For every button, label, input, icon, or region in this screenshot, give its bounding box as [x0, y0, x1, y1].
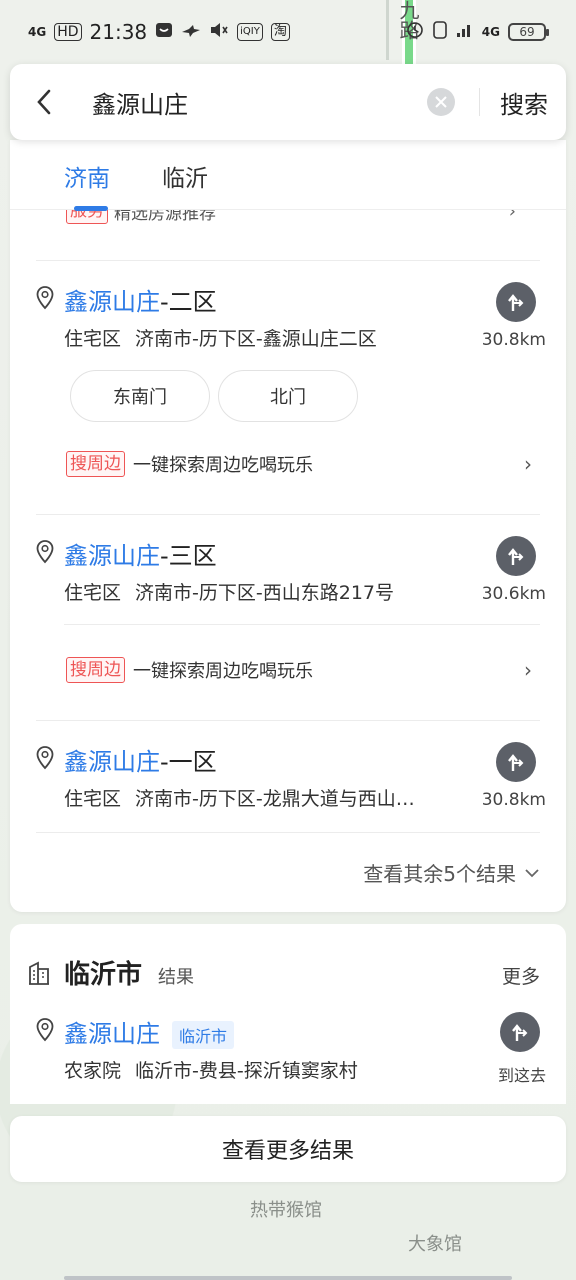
navigate-button[interactable]	[496, 282, 536, 322]
navigate-button[interactable]	[500, 1012, 540, 1052]
city-result-label: 结果	[158, 967, 195, 988]
result-distance: 30.6km	[481, 584, 546, 604]
location-pin-icon	[36, 286, 54, 310]
navigate-button[interactable]	[496, 742, 536, 782]
clock: 21:38	[89, 20, 148, 44]
iqiyi-icon: iQIY	[237, 23, 263, 41]
search-input[interactable]: 鑫源山庄	[92, 85, 427, 120]
result-distance: 30.8km	[481, 790, 546, 810]
navigate-arrow-icon	[508, 548, 524, 565]
navigate-arrow-icon	[508, 754, 524, 771]
result-item[interactable]: 鑫源山庄 临沂市 农家院 临沂市-费县-探沂镇窦家村	[10, 994, 566, 1094]
title-rest: -一区	[160, 748, 217, 776]
signal-4g-icon: 4G	[481, 25, 500, 39]
result-item[interactable]: 鑫源山庄-三区 住宅区 济南市-历下区-西山东路217号 30.6km 搜周边 一…	[10, 514, 566, 720]
bird-icon	[181, 21, 201, 43]
view-more-results-button[interactable]: 查看更多结果	[10, 1116, 566, 1182]
door-button-north[interactable]: 北门	[218, 370, 358, 422]
region-badge: 临沂市	[172, 1021, 235, 1049]
building-icon	[29, 961, 49, 985]
tab-linyi[interactable]: 临沂	[162, 157, 208, 193]
result-address-text: 济南市-历下区-龙鼎大道与西山…	[135, 788, 415, 810]
result-item[interactable]: 鑫源山庄-一区 住宅区 济南市-历下区-龙鼎大道与西山… 30.8km	[10, 720, 566, 832]
city-title: 临沂市	[64, 960, 143, 990]
explore-text: 一键探索周边吃喝玩乐	[133, 455, 313, 476]
result-category: 住宅区	[64, 788, 122, 810]
navigate-arrow-icon	[508, 294, 524, 311]
message-icon	[155, 21, 173, 43]
explore-tag: 搜周边	[66, 657, 125, 683]
location-pin-icon	[36, 746, 54, 770]
divider	[36, 832, 540, 833]
explore-tag: 搜周边	[66, 451, 125, 477]
title-highlight: 鑫源山庄	[64, 288, 160, 316]
result-address: 住宅区 济南市-历下区-龙鼎大道与西山…	[64, 784, 415, 811]
map-label-elephant: 大象馆	[408, 1234, 462, 1255]
city-header: 临沂市 结果	[28, 954, 194, 991]
result-title: 鑫源山庄-三区	[64, 536, 217, 571]
title-rest: -三区	[160, 542, 217, 570]
view-rest-label: 查看其余5个结果	[363, 862, 516, 886]
title-highlight: 鑫源山庄	[64, 748, 160, 776]
view-rest-results-button[interactable]: 查看其余5个结果	[363, 858, 540, 887]
tab-jinan[interactable]: 济南	[64, 157, 110, 211]
divider	[479, 88, 480, 116]
battery-icon: 69	[508, 23, 549, 41]
result-category: 农家院	[64, 1060, 122, 1082]
result-item[interactable]: 鑫源山庄-二区 住宅区 济南市-历下区-鑫源山庄二区 30.8km 东南门 北门 …	[10, 260, 566, 514]
map-label-monkey: 热带猴馆	[250, 1200, 322, 1221]
title-rest: -二区	[160, 288, 217, 316]
navigate-arrow-icon	[512, 1024, 528, 1041]
title-highlight: 鑫源山庄	[64, 1020, 160, 1048]
result-address: 住宅区 济南市-历下区-西山东路217号	[64, 578, 394, 605]
home-indicator[interactable]	[64, 1276, 512, 1280]
result-address: 农家院 临沂市-费县-探沂镇窦家村	[64, 1056, 358, 1083]
result-category: 住宅区	[64, 582, 122, 604]
status-bar: 4G HD 21:38 iQIY 淘 4G 69	[0, 0, 576, 64]
explore-nearby-row[interactable]: 搜周边 一键探索周边吃喝玩乐 ›	[66, 450, 532, 478]
title-highlight: 鑫源山庄	[64, 542, 160, 570]
result-title: 鑫源山庄-二区	[64, 282, 217, 317]
linyi-results-card: 临沂市 结果 更多 鑫源山庄 临沂市 农家院 临沂市-费县-探沂镇窦家村 到这去	[10, 924, 566, 1104]
nfc-icon	[432, 20, 448, 44]
result-distance: 30.8km	[481, 330, 546, 350]
navigate-button[interactable]	[496, 536, 536, 576]
door-button-southeast[interactable]: 东南门	[70, 370, 210, 422]
result-address-text: 临沂市-费县-探沂镇窦家村	[135, 1060, 358, 1082]
explore-nearby-row[interactable]: 搜周边 一键探索周边吃喝玩乐 ›	[66, 656, 532, 684]
results-card: 济南 临沂 服务 精选房源推荐 › 鑫源山庄-二区 住宅区 济南市-历下区-鑫源山…	[10, 140, 566, 912]
more-link[interactable]: 更多	[502, 962, 540, 989]
search-bar: 鑫源山庄 搜索	[10, 64, 566, 140]
result-address-text: 济南市-历下区-鑫源山庄二区	[135, 328, 377, 350]
location-pin-icon	[36, 540, 54, 564]
location-pin-icon	[36, 1018, 54, 1042]
result-title: 鑫源山庄-一区	[64, 742, 217, 777]
result-category: 住宅区	[64, 328, 122, 350]
hd-icon: HD	[54, 23, 82, 41]
signal-icon: 4G	[28, 25, 47, 39]
go-here-label[interactable]: 到这去	[498, 1062, 546, 1086]
chevron-right-icon: ›	[524, 452, 532, 476]
chevron-down-icon	[525, 868, 539, 877]
back-arrow-icon[interactable]	[36, 89, 60, 115]
search-button[interactable]: 搜索	[500, 85, 548, 120]
mute-icon	[209, 21, 229, 44]
divider	[64, 624, 540, 625]
clear-icon[interactable]	[427, 88, 455, 116]
wifi-signal-icon	[456, 21, 474, 43]
chevron-right-icon: ›	[524, 658, 532, 682]
taobao-icon: 淘	[270, 23, 290, 41]
city-tabs: 济南 临沂	[10, 140, 566, 211]
result-address-text: 济南市-历下区-西山东路217号	[135, 582, 394, 604]
alarm-icon	[406, 21, 424, 44]
result-title: 鑫源山庄 临沂市	[64, 1014, 235, 1049]
result-address: 住宅区 济南市-历下区-鑫源山庄二区	[64, 324, 377, 351]
explore-text: 一键探索周边吃喝玩乐	[133, 661, 313, 682]
